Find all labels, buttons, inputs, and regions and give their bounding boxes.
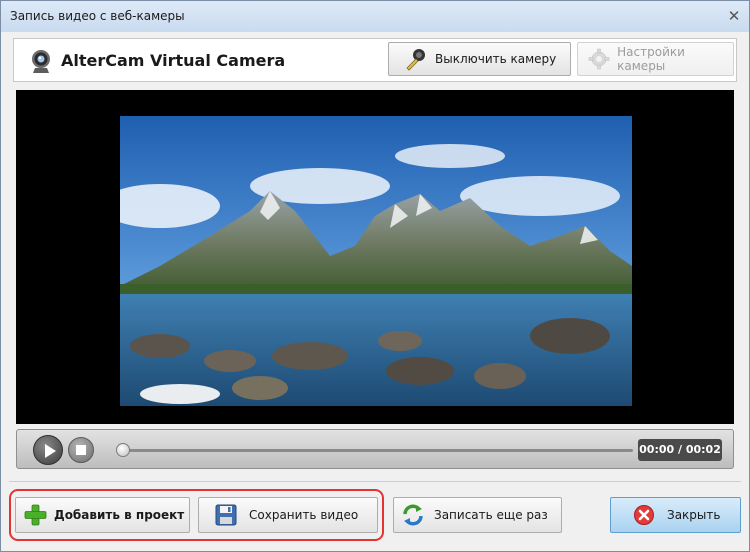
record-again-label: Записать еще раз xyxy=(434,508,548,522)
title-bar: Запись видео с веб-камеры ✕ xyxy=(1,1,749,32)
save-video-button[interactable]: Сохранить видео xyxy=(198,497,378,533)
camera-name: AlterCam Virtual Camera xyxy=(61,51,286,70)
plus-icon xyxy=(22,502,48,528)
recording-window: Запись видео с веб-камеры ✕ AlterCam Vir… xyxy=(0,0,750,552)
close-label: Закрыть xyxy=(667,508,721,522)
close-button[interactable]: Закрыть xyxy=(610,497,741,533)
camera-header: AlterCam Virtual Camera Выключить камеру xyxy=(13,38,737,82)
time-display: 00:00 / 00:02 xyxy=(638,439,722,461)
window-content: AlterCam Virtual Camera Выключить камеру xyxy=(9,32,741,545)
stop-button[interactable] xyxy=(68,437,94,463)
webcam-icon xyxy=(32,50,50,73)
refresh-icon xyxy=(400,502,426,528)
camera-settings-label: Настройки камеры xyxy=(617,45,685,73)
add-to-project-button[interactable]: Добавить в проект xyxy=(15,497,190,533)
save-video-label: Сохранить видео xyxy=(249,508,359,522)
window-title: Запись видео с веб-камеры xyxy=(10,9,185,23)
video-preview-area xyxy=(16,90,734,424)
seek-handle[interactable] xyxy=(116,443,130,457)
divider xyxy=(9,481,741,482)
mountain-lake-preview xyxy=(120,116,632,406)
webcam-off-icon xyxy=(403,46,429,72)
close-circle-icon xyxy=(631,502,657,528)
turn-off-camera-button[interactable]: Выключить камеру xyxy=(388,42,571,76)
gear-icon xyxy=(586,46,611,72)
play-button[interactable] xyxy=(33,435,63,465)
player-controls: 00:00 / 00:02 xyxy=(16,429,734,469)
record-again-button[interactable]: Записать еще раз xyxy=(393,497,562,533)
add-to-project-label: Добавить в проект xyxy=(54,508,185,522)
floppy-disk-icon xyxy=(213,502,239,528)
camera-settings-button[interactable]: Настройки камеры xyxy=(577,42,734,76)
turn-off-camera-label: Выключить камеру xyxy=(435,52,557,66)
window-close-icon[interactable]: ✕ xyxy=(725,7,743,25)
seek-track[interactable] xyxy=(123,449,633,452)
